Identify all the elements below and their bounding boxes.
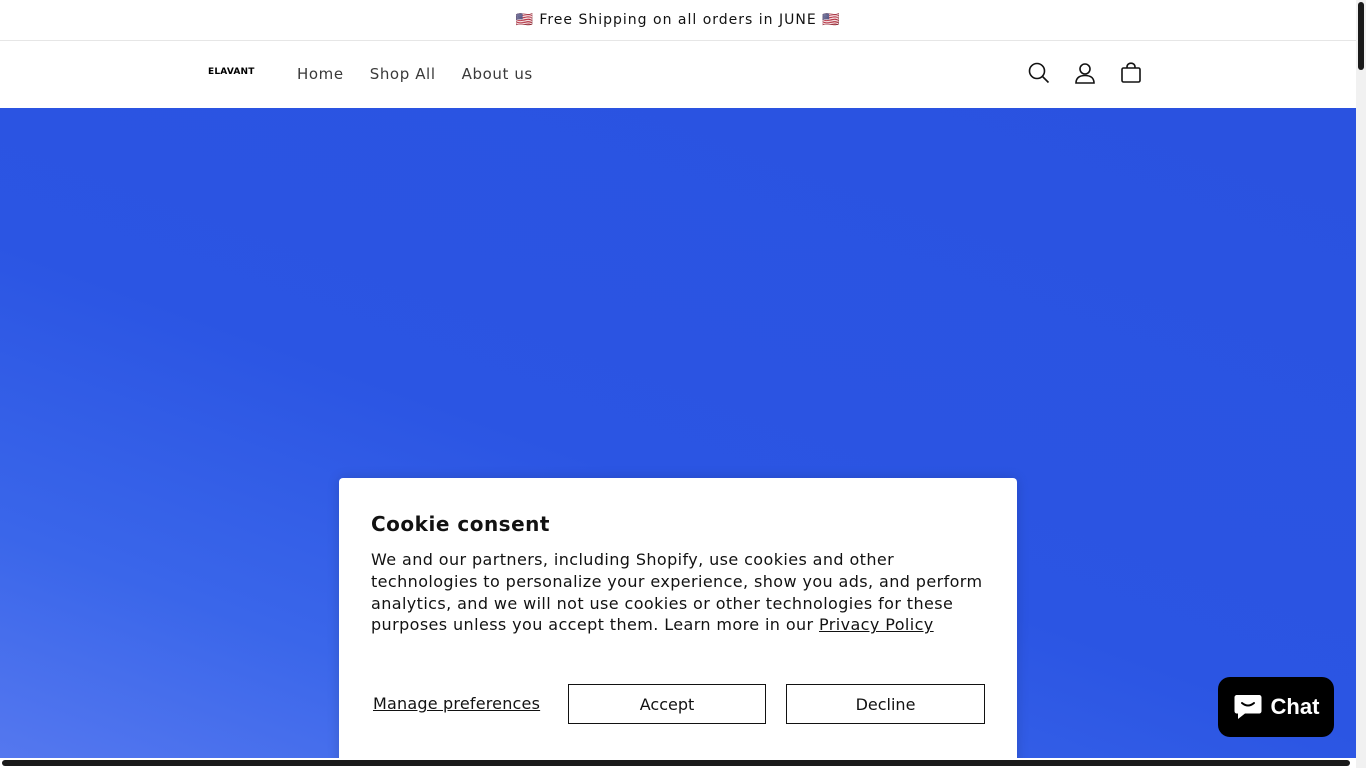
- chat-bubble-icon: [1234, 695, 1262, 719]
- horizontal-scrollbar-thumb[interactable]: [2, 760, 1350, 766]
- announcement-bar: 🇺🇸 Free Shipping on all orders in JUNE 🇺…: [0, 0, 1356, 41]
- cookie-consent-dialog: Cookie consent We and our partners, incl…: [339, 478, 1017, 768]
- privacy-policy-link[interactable]: Privacy Policy: [819, 615, 934, 634]
- header-icons: [1016, 50, 1154, 96]
- accept-button[interactable]: Accept: [568, 684, 766, 724]
- vertical-scrollbar-thumb[interactable]: [1358, 2, 1364, 70]
- account-icon[interactable]: [1062, 50, 1108, 96]
- cookie-body: We and our partners, including Shopify, …: [371, 549, 991, 636]
- nav-about-us[interactable]: About us: [449, 65, 546, 83]
- vertical-scrollbar[interactable]: [1356, 0, 1366, 768]
- cookie-title: Cookie consent: [371, 512, 550, 536]
- site-header: ELAVANT Home Shop All About us: [0, 41, 1356, 107]
- nav-home[interactable]: Home: [284, 65, 357, 83]
- announcement-text: 🇺🇸 Free Shipping on all orders in JUNE 🇺…: [515, 12, 841, 28]
- decline-button[interactable]: Decline: [786, 684, 985, 724]
- chat-button[interactable]: Chat: [1218, 677, 1334, 737]
- search-icon[interactable]: [1016, 50, 1062, 96]
- manage-preferences-link[interactable]: Manage preferences: [373, 694, 540, 713]
- chat-label: Chat: [1270, 694, 1320, 719]
- site-logo[interactable]: ELAVANT: [208, 67, 255, 77]
- nav-shop-all[interactable]: Shop All: [357, 65, 449, 83]
- main-nav: Home Shop All About us: [284, 41, 546, 107]
- cart-icon[interactable]: [1108, 50, 1154, 96]
